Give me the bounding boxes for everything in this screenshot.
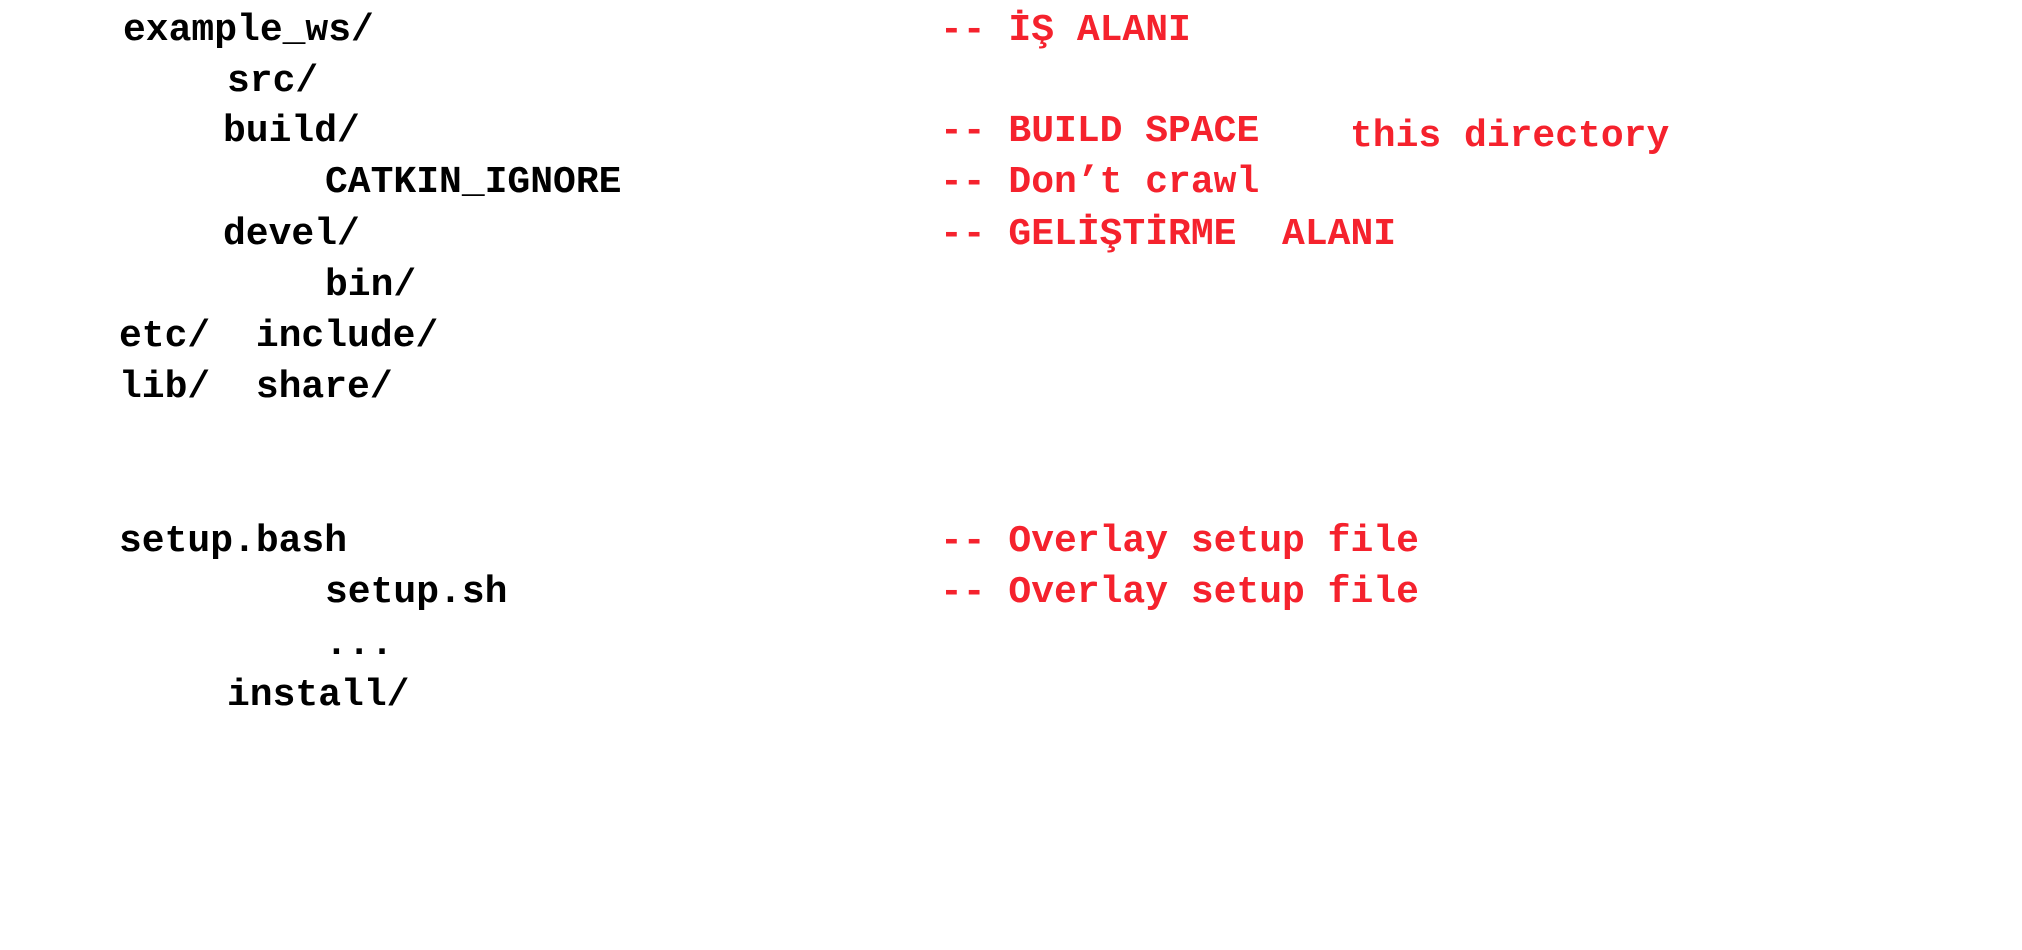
tree-setup-bash: setup.bash <box>119 520 348 563</box>
directory-layout-slide: example_ws/ src/ build/ CATKIN_IGNORE de… <box>0 0 2022 950</box>
annotation-setup-sh: -- Overlay setup file <box>940 571 1419 614</box>
tree-bin: bin/ <box>325 264 417 307</box>
tree-build: build/ <box>223 110 360 153</box>
tree-catkin-ignore: CATKIN_IGNORE <box>325 161 622 204</box>
annotation-dont-crawl: -- Don’t crawl <box>940 161 1260 204</box>
annotation-setup-bash: -- Overlay setup file <box>940 520 1419 563</box>
annotation-workspace: -- İŞ ALANI <box>940 9 1191 52</box>
annotation-this-directory: this directory <box>1350 115 1670 158</box>
tree-install: install/ <box>227 674 410 717</box>
tree-ellipsis: ... <box>325 623 394 666</box>
tree-setup-sh: setup.sh <box>325 571 508 614</box>
tree-workspace: example_ws/ <box>123 9 374 52</box>
annotation-devel-space: -- GELİŞTİRME ALANI <box>940 213 1397 256</box>
tree-etc-include: etc/ include/ <box>119 315 439 358</box>
tree-devel: devel/ <box>223 213 360 256</box>
tree-lib-share: lib/ share/ <box>119 366 393 409</box>
annotation-build-space: -- BUILD SPACE <box>940 110 1260 153</box>
tree-src: src/ <box>227 60 319 103</box>
